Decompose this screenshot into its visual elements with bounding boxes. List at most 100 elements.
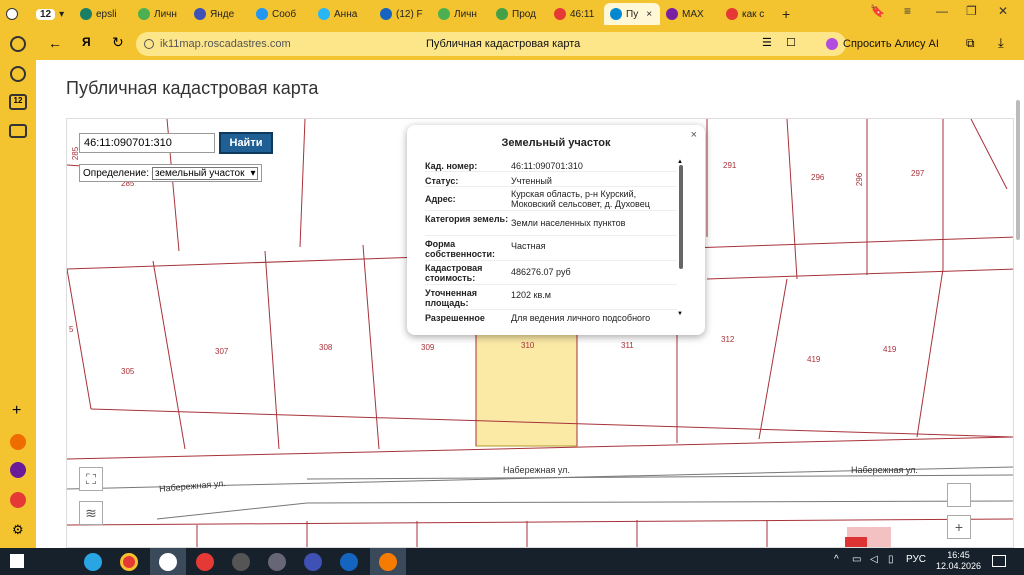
cadastral-search-input[interactable] (79, 133, 215, 153)
tab-1[interactable]: Личн (132, 3, 188, 25)
mail-counter-icon[interactable]: 12 (9, 94, 27, 110)
tab-active[interactable]: Пу × (604, 3, 660, 25)
tab-6[interactable]: Личн (432, 3, 490, 25)
app-purple-icon[interactable] (10, 462, 26, 478)
definition-select[interactable]: Определение: земельный участок ▾ (79, 164, 263, 182)
add-icon[interactable]: + (12, 402, 21, 420)
menu-lines-icon[interactable]: ☰ (762, 36, 772, 49)
parcel-label: 291 (723, 161, 737, 170)
parcel-info-popup: Земельный участок × Кад. номер: 46:11:090… (407, 125, 705, 335)
minimize-icon[interactable]: — (936, 4, 948, 18)
chevron-down-icon: ▾ (250, 167, 256, 179)
info-row: Кадастровая стоимость: 486276.07 руб (425, 263, 677, 285)
tab-counter[interactable]: 12 ▾ (30, 3, 74, 25)
search-button[interactable]: Найти (219, 132, 273, 154)
tray-arrow-icon[interactable]: ^ (834, 554, 839, 565)
layers-button[interactable]: ≋ (79, 501, 103, 525)
battery-icon[interactable]: ▯ (888, 554, 894, 565)
mail-app-icon[interactable] (370, 548, 406, 575)
app-shield-icon[interactable] (268, 553, 286, 571)
history-icon[interactable] (10, 36, 26, 52)
tab-favicon (380, 8, 392, 20)
network-icon[interactable]: ▭ (852, 554, 861, 565)
popup-scrollbar[interactable] (679, 165, 683, 269)
info-row: Адрес: Курская область, р-н Курский, Моко… (425, 189, 677, 211)
app-yandex-icon[interactable] (304, 553, 322, 571)
collections-icon[interactable]: ⧉ (966, 36, 975, 51)
opera-icon[interactable] (196, 553, 214, 571)
parcel-label: 297 (911, 169, 925, 178)
url-field[interactable]: ik11map.roscadastres.com Публичная кадас… (136, 32, 846, 56)
close-icon[interactable]: × (691, 129, 697, 141)
bookmark-icon[interactable]: 🔖 (870, 4, 885, 18)
tab-favicon (438, 8, 450, 20)
page-scrollbar[interactable] (1016, 100, 1020, 240)
tab-bar: 12 ▾ epsli Личн Яндe Сооб Анна (12) F Ли… (0, 0, 1024, 28)
app-dark-icon[interactable] (232, 553, 250, 571)
parcel-label: 308 (319, 343, 333, 352)
reload-icon[interactable]: ↻ (112, 34, 124, 51)
cadastral-map[interactable]: 285 285 291 296 296 297 305 307 308 309 … (66, 118, 1014, 548)
scroll-up-icon[interactable]: ▲ (677, 159, 683, 165)
tab-11[interactable]: как с (720, 3, 776, 25)
yandex-browser-icon[interactable] (150, 548, 186, 575)
download-icon[interactable]: ⤓ (998, 35, 1004, 51)
bookmark-star-icon[interactable]: ☐ (786, 36, 796, 49)
new-tab-button[interactable]: + (776, 3, 800, 25)
tab-favicon (194, 8, 206, 20)
close-window-icon[interactable]: ✕ (998, 4, 1008, 18)
chrome-icon[interactable] (120, 553, 138, 571)
input-language[interactable]: РУС (906, 554, 926, 565)
fullscreen-button[interactable]: ⛶ (79, 467, 103, 491)
browser-menu-icon[interactable] (0, 3, 30, 25)
tab-7[interactable]: Прод (490, 3, 548, 25)
clock-time: 16:45 (947, 550, 970, 560)
tab-3[interactable]: Сооб (250, 3, 312, 25)
clock-date: 12.04.2026 (936, 561, 982, 571)
tab-favicon (554, 8, 566, 20)
parcel-label: 311 (621, 341, 634, 350)
app-globe-icon[interactable] (340, 553, 358, 571)
parcel-label: 419 (807, 355, 821, 364)
tab-2[interactable]: Яндe (188, 3, 250, 25)
back-icon[interactable]: ← (48, 35, 62, 51)
app-red-icon[interactable] (10, 492, 26, 508)
info-row: Статус: Учтенный (425, 176, 677, 187)
parcel-label: 296 (855, 172, 865, 187)
tab-favicon (610, 8, 622, 20)
zoom-in-button[interactable]: + (947, 515, 971, 539)
map-tool-button[interactable] (947, 483, 971, 507)
windows-start-icon[interactable] (10, 554, 24, 568)
tab-favicon (80, 8, 92, 20)
restore-icon[interactable]: ❐ (966, 4, 977, 18)
tab-8[interactable]: 46:11 (548, 3, 604, 25)
clock[interactable]: 16:45 12.04.2026 (936, 550, 981, 572)
browser-sidebar: 12 + ⚙ (0, 28, 36, 548)
screenshot-icon[interactable] (9, 124, 27, 138)
more-icon[interactable]: ≡ (904, 4, 911, 18)
tab-0[interactable]: epsli (74, 3, 132, 25)
notifications-icon[interactable] (992, 555, 1006, 567)
scroll-down-icon[interactable]: ▼ (677, 311, 683, 317)
app-orange-icon[interactable] (10, 434, 26, 450)
play-icon[interactable] (10, 66, 26, 82)
info-row: Категория земель: Земли населенных пункто… (425, 214, 677, 236)
sidebar-settings-icon[interactable]: ⚙ (12, 522, 24, 538)
close-icon[interactable]: × (646, 9, 652, 20)
yandex-icon[interactable]: Я (82, 35, 91, 49)
ie-icon[interactable] (84, 553, 102, 571)
definition-dropdown[interactable]: земельный участок ▾ (152, 166, 259, 180)
tab-favicon (666, 8, 678, 20)
ask-alice-button[interactable]: Спросить Алису AI (816, 32, 949, 56)
definition-label: Определение: (83, 167, 150, 179)
tab-favicon (256, 8, 268, 20)
page-title: Публичная кадастровая карта (66, 78, 319, 98)
street-label: Набережная ул. (851, 465, 918, 475)
tab-10[interactable]: MAX (660, 3, 720, 25)
tab-5[interactable]: (12) F (374, 3, 432, 25)
parcel-label: 307 (215, 347, 229, 356)
volume-icon[interactable]: ◁ (870, 554, 878, 565)
site-info-icon[interactable] (144, 39, 154, 49)
tab-4[interactable]: Анна (312, 3, 374, 25)
chevron-down-icon: ▾ (59, 8, 65, 20)
